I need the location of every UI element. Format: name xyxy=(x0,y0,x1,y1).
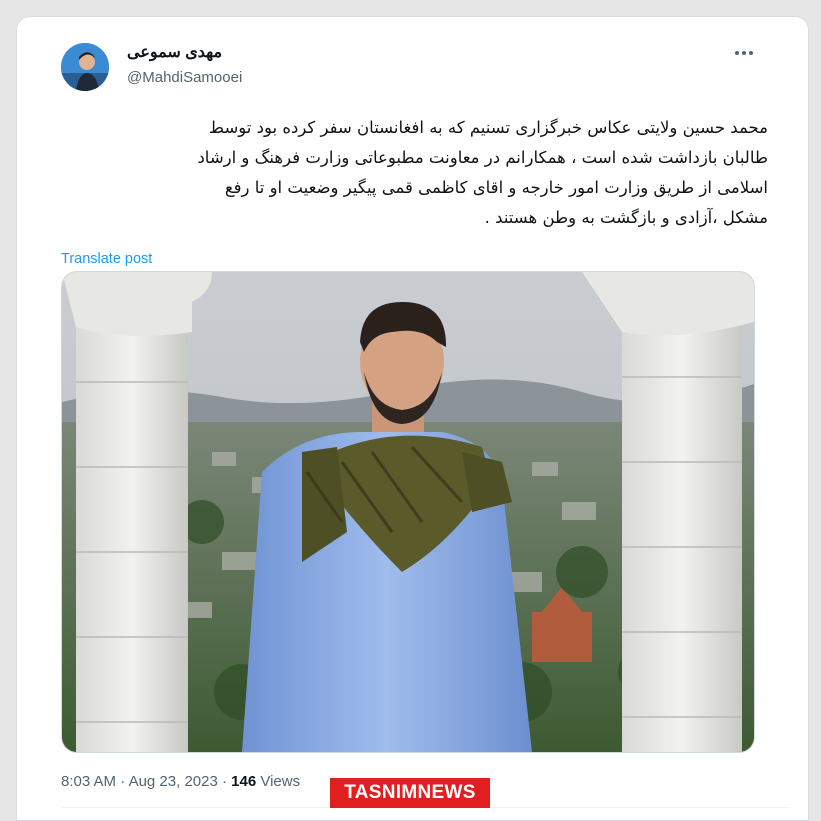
meta-separator: · xyxy=(116,773,129,790)
more-horizontal-icon xyxy=(735,51,739,55)
tweet-photo[interactable] xyxy=(61,271,755,753)
more-options-button[interactable] xyxy=(727,41,761,65)
avatar[interactable] xyxy=(61,43,109,91)
author-display-name[interactable]: مهدی سموعی xyxy=(127,42,222,62)
views-label: Views xyxy=(256,773,301,790)
views-count: 146 xyxy=(231,773,257,790)
tweet-text: محمد حسین ولایتی عکاس خبرگزاری تسنیم که … xyxy=(197,118,768,227)
author-handle[interactable]: @MahdiSamooei xyxy=(127,69,242,86)
tweet-card: مهدی سموعی @MahdiSamooei محمد حسین ولایت… xyxy=(16,16,809,821)
tweet-metadata: 8:03 AM · Aug 23, 2023 · 146 Views xyxy=(61,773,300,790)
tweet-time[interactable]: 8:03 AM xyxy=(61,773,116,790)
translate-post-link[interactable]: Translate post xyxy=(61,251,152,267)
tasnimnews-watermark: TASNIMNEWS xyxy=(330,778,490,808)
tweet-date[interactable]: Aug 23, 2023 xyxy=(129,773,218,790)
more-horizontal-icon xyxy=(749,51,753,55)
more-horizontal-icon xyxy=(742,51,746,55)
meta-separator: · xyxy=(217,773,232,790)
